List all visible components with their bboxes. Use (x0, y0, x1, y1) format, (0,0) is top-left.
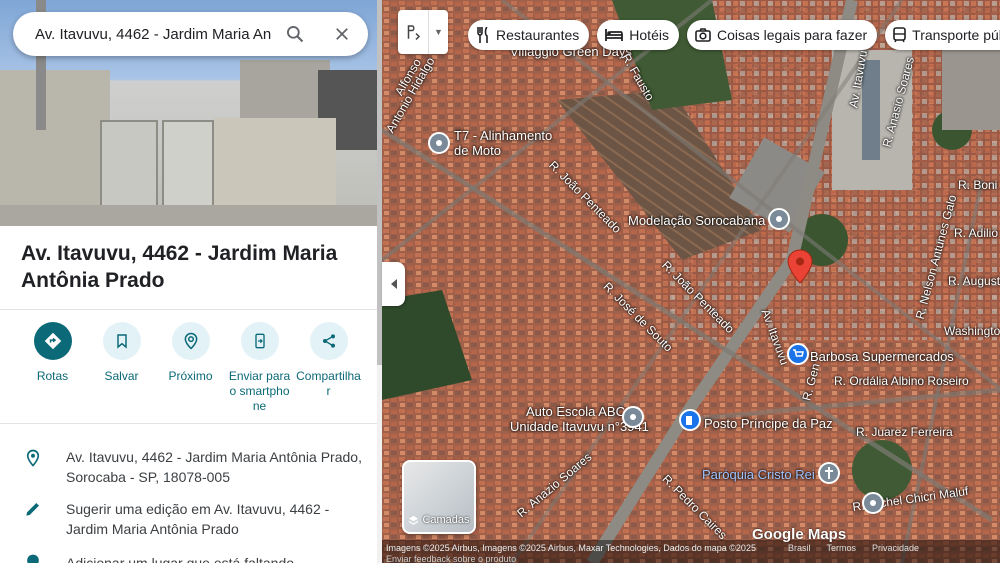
share-label: Compartilhar (296, 369, 361, 398)
chip-restaurants[interactable]: Restaurantes (468, 20, 590, 50)
photo-building (0, 70, 110, 220)
poi-pin-icon[interactable] (768, 208, 790, 230)
hotel-icon (605, 28, 624, 42)
address-row[interactable]: Av. Itavuvu, 4462 - Jardim Maria Antônia… (0, 447, 382, 487)
add-place-text: Adicionar um lugar que está faltando (66, 555, 295, 563)
layers-button[interactable]: Camadas (402, 460, 476, 534)
bookmark-icon (102, 322, 141, 360)
chip-things-to-do[interactable]: Coisas legais para fazer (686, 20, 878, 50)
pegman-icon (398, 23, 428, 41)
map-label-street: R. Adilio (954, 226, 999, 240)
save-button[interactable]: Salvar (87, 322, 156, 414)
share-icon (309, 322, 348, 360)
map-label-t7: T7 - Alinhamento de Moto (454, 128, 552, 158)
shopping-cart-icon[interactable] (787, 343, 809, 365)
category-chips: Restaurantes Hotéis Coisas legais para f… (468, 20, 1000, 50)
send-to-phone-button[interactable]: Enviar para o smartphone (225, 322, 294, 414)
map-label-autoescola-line1: Auto Escola ABC - (525, 404, 633, 419)
photo-gate-left (100, 120, 158, 215)
search-icon[interactable] (283, 22, 307, 46)
send-feedback-link[interactable]: Enviar feedback sobre o produto (386, 554, 516, 563)
map-label-paroquia: Paróquia Cristo Rei (702, 467, 815, 482)
map-label-modelacao: Modelação Sorocabana (628, 213, 766, 228)
map-label-street: R. Augusto (948, 274, 1000, 288)
divider (0, 309, 382, 310)
layers-label: Camadas (422, 514, 470, 526)
photo-structure (240, 60, 330, 120)
layers-icon (409, 515, 419, 525)
chip-transit[interactable]: Transporte púb (885, 20, 1000, 50)
footer-link-terms[interactable]: Termos (827, 543, 857, 553)
chevron-left-icon (390, 279, 397, 289)
attribution-text: Imagens ©2025 Airbus, Imagens ©2025 Airb… (386, 543, 756, 553)
photo-gate-right (162, 120, 214, 215)
share-button[interactable]: Compartilhar (294, 322, 363, 414)
directions-label: Rotas (36, 369, 69, 383)
search-input[interactable] (35, 25, 271, 43)
poi-pin-icon[interactable] (428, 132, 450, 154)
map-footer: Imagens ©2025 Airbus, Imagens ©2025 Airb… (382, 540, 1000, 563)
map-label-street: R. Juarez Ferreira (856, 425, 953, 439)
map-label-street: Washington (944, 324, 1000, 338)
chip-label: Coisas legais para fazer (716, 27, 868, 43)
restaurant-icon (476, 27, 490, 43)
layers-label-row: Camadas (404, 514, 474, 526)
photo-wall (214, 118, 336, 218)
chip-hotels[interactable]: Hotéis (597, 20, 679, 50)
action-bar: Rotas Salvar Próximo Enviar para o smart… (18, 322, 368, 414)
map-label-barbosa: Barbosa Supermercados (810, 349, 954, 364)
suggest-edit-text: Sugerir uma edição em Av. Itavuvu, 4462 … (66, 501, 330, 537)
nearby-label: Próximo (168, 369, 213, 383)
add-place-row[interactable]: Adicionar um lugar que está faltando (0, 553, 382, 563)
map-label-t7-line2: de Moto (454, 143, 501, 158)
school-icon[interactable] (862, 492, 884, 514)
camera-icon (695, 28, 711, 42)
suggest-edit-row[interactable]: Sugerir uma edição em Av. Itavuvu, 4462 … (0, 499, 382, 539)
map-label-street: R. Ordália Albino Roseiro (834, 374, 969, 388)
footer-links: Brasil Termos Privacidade (788, 543, 919, 553)
close-icon[interactable] (330, 22, 354, 46)
address-text: Av. Itavuvu, 4462 - Jardim Maria Antônia… (66, 449, 362, 485)
directions-button[interactable]: Rotas (18, 322, 87, 414)
transit-icon (893, 27, 906, 43)
footer-link-privacy[interactable]: Privacidade (872, 543, 919, 553)
search-box (13, 12, 368, 56)
map-label-t7-line1: T7 - Alinhamento (454, 128, 553, 143)
location-pin-icon (0, 447, 66, 487)
chevron-down-icon[interactable]: ▼ (428, 10, 448, 54)
map-label-posto: Posto Príncipe da Paz (704, 416, 833, 431)
map-label-street: R. Boni (958, 178, 998, 192)
add-place-icon (0, 553, 66, 563)
footer-link-country[interactable]: Brasil (788, 543, 811, 553)
church-icon[interactable] (818, 462, 840, 484)
save-label: Salvar (104, 369, 139, 383)
photo-street (0, 205, 382, 226)
directions-icon (33, 322, 72, 360)
nearby-icon (171, 322, 210, 360)
poi-pin-icon[interactable] (622, 406, 644, 428)
place-title: Av. Itavuvu, 4462 - Jardim Maria Antônia… (21, 242, 338, 292)
place-panel: Av. Itavuvu, 4462 - Jardim Maria Antônia… (0, 0, 382, 563)
street-view-control[interactable]: ▼ (398, 10, 448, 54)
edit-pencil-icon (0, 499, 66, 539)
send-to-phone-label: Enviar para o smartphone (228, 369, 291, 413)
divider (0, 423, 382, 424)
nearby-button[interactable]: Próximo (156, 322, 225, 414)
chip-label: Restaurantes (496, 27, 580, 43)
send-to-phone-icon (240, 322, 279, 360)
google-maps-logo: Google Maps (752, 526, 847, 543)
chip-label: Transporte púb (912, 27, 1000, 43)
gas-station-icon[interactable] (679, 409, 701, 431)
collapse-panel-button[interactable] (382, 262, 405, 306)
chip-label: Hotéis (629, 27, 669, 43)
